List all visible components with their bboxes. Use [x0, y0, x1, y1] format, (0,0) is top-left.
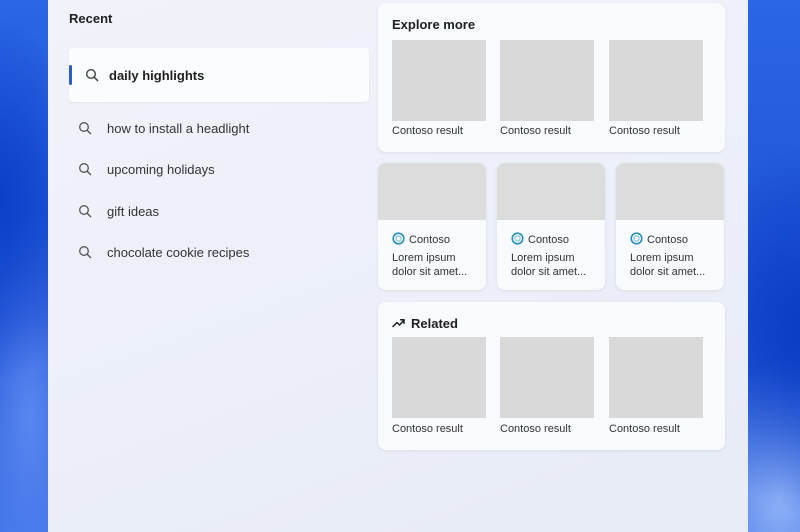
news-source-label: Contoso: [528, 234, 569, 246]
contoso-logo-icon: [630, 232, 643, 248]
active-query-label: daily highlights: [109, 68, 205, 83]
explore-result-thumbnail[interactable]: [500, 40, 594, 121]
search-icon: [78, 204, 92, 218]
news-card[interactable]: Contoso Lorem ipsum dolor sit amet...: [378, 163, 486, 290]
news-image-placeholder: [616, 163, 724, 220]
recent-item-label: gift ideas: [107, 203, 160, 219]
related-card: Related Contoso result Contoso result Co…: [378, 302, 725, 450]
selection-indicator: [69, 65, 72, 85]
news-source-label: Contoso: [647, 234, 688, 246]
news-card[interactable]: Contoso Lorem ipsum dolor sit amet...: [497, 163, 605, 290]
related-result-caption[interactable]: Contoso result: [500, 423, 571, 435]
recent-item-label: chocolate cookie recipes: [107, 244, 250, 260]
news-snippet: Lorem ipsum dolor sit amet...: [630, 252, 706, 278]
news-snippet: Lorem ipsum dolor sit amet...: [511, 252, 587, 278]
related-result-thumbnail[interactable]: [609, 337, 703, 418]
contoso-logo-icon: [392, 232, 405, 248]
news-source: Contoso: [630, 232, 688, 248]
recent-item[interactable]: gift ideas: [78, 193, 358, 229]
news-source-label: Contoso: [409, 234, 450, 246]
recent-item[interactable]: how to install a headlight: [78, 110, 358, 146]
explore-result-thumbnail[interactable]: [392, 40, 486, 121]
explore-result-caption[interactable]: Contoso result: [392, 125, 463, 137]
related-result-caption[interactable]: Contoso result: [609, 423, 680, 435]
related-heading-label: Related: [411, 316, 458, 331]
explore-result-caption[interactable]: Contoso result: [500, 125, 571, 137]
related-result-thumbnail[interactable]: [500, 337, 594, 418]
search-icon: [78, 121, 92, 135]
search-icon: [78, 162, 92, 176]
related-result-thumbnail[interactable]: [392, 337, 486, 418]
recent-item-label: upcoming holidays: [107, 161, 215, 177]
search-icon: [85, 68, 99, 82]
news-source: Contoso: [511, 232, 569, 248]
recent-item[interactable]: upcoming holidays: [78, 151, 358, 187]
news-image-placeholder: [378, 163, 486, 220]
search-panel: Recent daily highlights how to install a…: [48, 0, 748, 532]
news-image-placeholder: [497, 163, 605, 220]
explore-more-card: Explore more Contoso result Contoso resu…: [378, 3, 725, 152]
recent-item[interactable]: chocolate cookie recipes: [78, 234, 358, 270]
news-snippet: Lorem ipsum dolor sit amet...: [392, 252, 468, 278]
recent-heading: Recent: [69, 11, 113, 26]
news-card[interactable]: Contoso Lorem ipsum dolor sit amet...: [616, 163, 724, 290]
explore-result-caption[interactable]: Contoso result: [609, 125, 680, 137]
explore-result-thumbnail[interactable]: [609, 40, 703, 121]
active-search-query[interactable]: daily highlights: [69, 48, 369, 102]
explore-more-heading: Explore more: [392, 17, 476, 32]
recent-item-label: how to install a headlight: [107, 120, 250, 136]
related-result-caption[interactable]: Contoso result: [392, 423, 463, 435]
search-icon: [78, 245, 92, 259]
news-source: Contoso: [392, 232, 450, 248]
related-heading: Related: [392, 316, 458, 331]
trending-icon: [392, 316, 405, 331]
contoso-logo-icon: [511, 232, 524, 248]
